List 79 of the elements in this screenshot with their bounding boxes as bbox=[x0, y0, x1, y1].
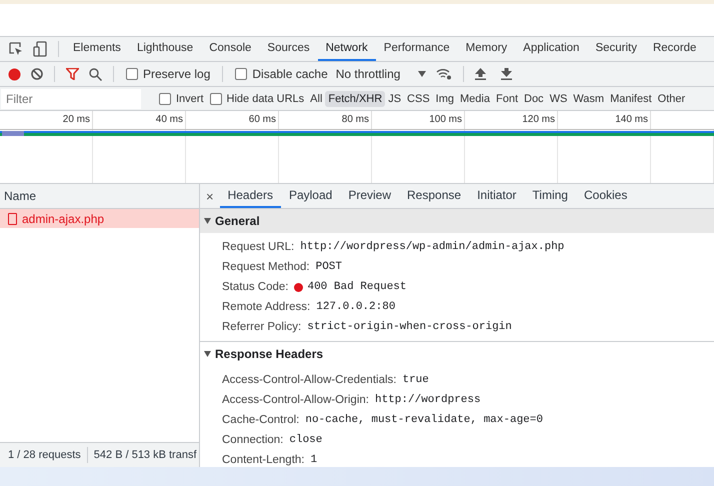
status-text: 542 B / 513 kB transf bbox=[94, 449, 197, 461]
type-filter-button[interactable]: All bbox=[307, 90, 326, 106]
detail-tab[interactable]: Cookies bbox=[576, 184, 636, 208]
detail-tab[interactable]: Initiator bbox=[469, 184, 524, 208]
header-name: Connection: bbox=[222, 434, 284, 446]
device-toggle-icon[interactable] bbox=[33, 41, 47, 57]
panel-tab[interactable]: Console bbox=[201, 37, 260, 61]
type-filter-button[interactable]: Fetch/XHR bbox=[325, 90, 386, 106]
filter-icon[interactable] bbox=[66, 68, 79, 80]
header-name: Request Method: bbox=[222, 261, 310, 273]
type-filter-button[interactable]: Media bbox=[457, 90, 493, 106]
time-tick-label: 100 ms bbox=[372, 111, 465, 129]
header-value: no-cache, must-revalidate, max-age=0 bbox=[305, 414, 543, 426]
panel-tab[interactable]: Application bbox=[515, 37, 588, 61]
header-name: Content-Length: bbox=[222, 454, 304, 466]
name-column-header[interactable]: Name bbox=[0, 184, 199, 209]
header-name: Remote Address: bbox=[222, 301, 310, 313]
header-value: 127.0.0.2:80 bbox=[316, 301, 396, 313]
header-value: 400 Bad Request bbox=[307, 281, 407, 293]
disable-cache-checkbox[interactable]: Disable cache bbox=[235, 67, 328, 81]
section-header[interactable]: General bbox=[200, 209, 714, 233]
detail-tab[interactable]: Preview bbox=[340, 184, 400, 208]
type-filter-button[interactable]: Img bbox=[432, 90, 458, 106]
clear-icon[interactable] bbox=[31, 68, 43, 80]
panel-tab[interactable]: Lighthouse bbox=[128, 37, 202, 61]
header-name: Status Code: bbox=[222, 281, 288, 293]
detail-tab[interactable]: Timing bbox=[524, 184, 576, 208]
caret-icon bbox=[418, 71, 426, 77]
hide-data-urls-checkbox[interactable]: Hide data URLs bbox=[210, 92, 304, 104]
record-icon[interactable] bbox=[8, 68, 21, 80]
header-name: Access-Control-Allow-Origin: bbox=[222, 394, 369, 406]
type-filter-button[interactable]: Wasm bbox=[570, 90, 608, 106]
header-name: Access-Control-Allow-Credentials: bbox=[222, 374, 396, 386]
invert-checkbox[interactable]: Invert bbox=[159, 92, 204, 104]
header-value: POST bbox=[316, 261, 342, 273]
time-tick-label: 140 ms bbox=[558, 111, 651, 129]
detail-tab[interactable]: Payload bbox=[280, 184, 340, 208]
header-name: Cache-Control: bbox=[222, 414, 300, 426]
panel-tab[interactable]: Security bbox=[587, 37, 645, 61]
type-filter-button[interactable]: WS bbox=[546, 90, 570, 106]
wifi-settings-icon[interactable] bbox=[436, 68, 452, 80]
type-filter-button[interactable]: Other bbox=[654, 90, 688, 106]
throttling-dropdown[interactable]: No throttling bbox=[336, 67, 426, 81]
panel-tab[interactable]: Memory bbox=[458, 37, 516, 61]
time-tick-label: 40 ms bbox=[93, 111, 186, 129]
upload-icon[interactable] bbox=[475, 68, 486, 80]
header-value: http://wordpress/wp-admin/admin-ajax.php bbox=[300, 241, 564, 253]
type-filter-button[interactable]: Manifest bbox=[607, 90, 655, 106]
panel-tab[interactable]: Sources bbox=[259, 37, 318, 61]
section-header[interactable]: Response Headers bbox=[200, 342, 714, 366]
panel-tab[interactable]: Elements bbox=[65, 37, 129, 61]
expanded-triangle-icon bbox=[204, 350, 211, 356]
header-name: Request URL: bbox=[222, 241, 294, 253]
header-value: close bbox=[289, 434, 322, 446]
time-tick-label: 80 ms bbox=[279, 111, 372, 129]
header-value: http://wordpress bbox=[374, 394, 481, 406]
header-value: true bbox=[402, 374, 429, 386]
type-filter-button[interactable]: Doc bbox=[521, 90, 547, 106]
request-row[interactable]: admin-ajax.php bbox=[0, 209, 199, 228]
search-icon[interactable] bbox=[89, 68, 102, 80]
expanded-triangle-icon bbox=[204, 218, 211, 224]
time-tick-label: 120 ms bbox=[465, 111, 558, 129]
panel-tab[interactable]: Performance bbox=[376, 37, 458, 61]
time-tick-label: 60 ms bbox=[186, 111, 279, 129]
close-button[interactable]: × bbox=[200, 188, 220, 204]
header-value: strict-origin-when-cross-origin bbox=[307, 321, 512, 333]
status-text: 1 / 28 requests bbox=[8, 449, 81, 461]
type-filter-button[interactable]: CSS bbox=[404, 90, 433, 106]
download-icon[interactable] bbox=[501, 68, 512, 80]
inspect-icon[interactable] bbox=[9, 42, 23, 56]
type-filter-button[interactable]: Font bbox=[492, 90, 521, 106]
time-tick-label: 20 ms bbox=[0, 111, 93, 129]
panel-tab[interactable]: Recorde bbox=[644, 37, 704, 61]
type-filter-button[interactable]: JS bbox=[385, 90, 404, 106]
filter-field[interactable]: Filter bbox=[1, 88, 141, 108]
preserve-log-checkbox[interactable]: Preserve log bbox=[126, 67, 210, 81]
detail-tab[interactable]: Response bbox=[399, 184, 470, 208]
header-name: Referrer Policy: bbox=[222, 321, 302, 333]
header-value: 1 bbox=[310, 454, 318, 466]
